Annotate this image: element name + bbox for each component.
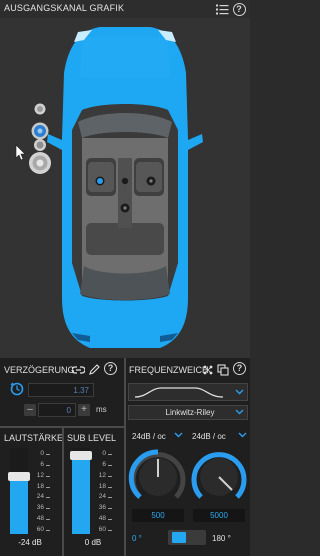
low-frequency-knob[interactable] (128, 447, 188, 512)
chevron-down-icon (235, 407, 244, 418)
filter-type-select[interactable]: Linkwitz-Riley (128, 405, 248, 420)
scale-tick-label: 18 (98, 482, 106, 490)
scale-tick-label: 24 (98, 493, 106, 501)
scale-tick-mark (46, 519, 50, 521)
scale-tick-label: 0 (102, 450, 106, 457)
car-top-view (15, 27, 203, 348)
slope-low-value: 24dB / oc (132, 432, 166, 441)
sublevel-panel: SUB LEVEL 0 6 12 18 24 36 48 60 0 dB (64, 428, 124, 556)
header-bar: AUSGANGSKANAL GRAFIK ? (0, 0, 250, 18)
crossover-title: FREQUENZWEICH (129, 365, 209, 375)
help-icon[interactable]: ? (232, 2, 246, 16)
high-frequency-knob[interactable] (189, 447, 249, 512)
scale-tick-mark (46, 454, 50, 455)
scale-tick-mark (108, 486, 112, 488)
chevron-down-icon (235, 387, 244, 398)
volume-slider-fill (10, 476, 28, 534)
slope-low-select[interactable]: 24dB / oc (128, 429, 186, 444)
sublevel-slider-thumb[interactable] (70, 451, 92, 460)
copy-icon[interactable] (217, 363, 229, 381)
sublevel-scale: 0 6 12 18 24 36 48 60 (90, 448, 114, 534)
slope-high-select[interactable]: 24dB / oc (188, 429, 250, 444)
scale-tick-mark (46, 486, 50, 488)
volume-panel: LAUTSTÄRKE 0 6 12 18 24 36 48 60 -24 dB (0, 428, 64, 556)
phase-toggle[interactable] (168, 530, 206, 545)
volume-scale: 0 6 12 18 24 36 48 60 (28, 448, 52, 534)
crossover-panel: FREQUENZWEICH ? Linkwitz-Riley 24dB / oc… (126, 358, 250, 556)
scale-tick-mark (108, 519, 112, 521)
filter-shape-select[interactable] (128, 383, 248, 401)
scale-tick-label: 12 (36, 471, 44, 479)
list-icon[interactable] (215, 2, 229, 16)
scale-tick-mark (46, 464, 50, 466)
scale-tick-mark (108, 464, 112, 466)
chevron-down-icon (174, 430, 183, 441)
delay-unit: ms (96, 405, 107, 414)
car-body (47, 27, 203, 348)
scale-tick-mark (108, 475, 112, 477)
scale-tick-mark (46, 475, 50, 477)
scale-tick-mark (46, 530, 50, 531)
crossover-grid-icon[interactable] (202, 363, 214, 381)
delay-plus-button[interactable]: + (78, 404, 90, 416)
scale-tick-mark (108, 497, 112, 499)
high-frequency-value[interactable]: 5000 (193, 509, 245, 522)
scale-tick-label: 24 (36, 493, 44, 501)
phase-toggle-thumb (172, 532, 186, 543)
volume-slider[interactable] (8, 448, 30, 534)
bandpass-curve-icon (134, 387, 224, 398)
scale-tick-mark (108, 454, 112, 455)
delay-step-field[interactable]: 0 (38, 403, 76, 417)
volume-value: -24 dB (18, 538, 42, 547)
car-graphic-area (0, 18, 250, 358)
scale-tick-mark (108, 530, 112, 531)
scale-tick-mark (108, 508, 112, 510)
mouse-cursor-icon (15, 144, 26, 161)
phase-180-label: 180 ° (212, 534, 231, 543)
volume-slider-thumb[interactable] (8, 472, 30, 481)
sublevel-slider-fill (72, 455, 90, 534)
volume-title: LAUTSTÄRKE (4, 433, 64, 443)
scale-tick-label: 48 (98, 515, 106, 523)
delay-minus-button[interactable]: – (24, 404, 36, 416)
scale-tick-label: 18 (36, 482, 44, 490)
sublevel-slider[interactable] (70, 448, 92, 534)
low-frequency-value[interactable]: 500 (132, 509, 184, 522)
scale-tick-label: 60 (36, 526, 44, 533)
delay-help-icon[interactable]: ? (104, 362, 117, 375)
scale-tick-mark (46, 508, 50, 510)
delay-panel: VERZÖGERUNG ? 1.37 – 0 + ms (0, 358, 124, 426)
scale-tick-label: 12 (98, 471, 106, 479)
filter-type-value: Linkwitz-Riley (165, 408, 215, 417)
scale-tick-label: 48 (36, 515, 44, 523)
scale-tick-label: 0 (40, 450, 44, 457)
scale-tick-label: 6 (102, 460, 106, 468)
timer-icon (10, 382, 24, 401)
scale-tick-label: 6 (40, 460, 44, 468)
scale-tick-label: 36 (98, 504, 106, 512)
scale-tick-label: 60 (98, 526, 106, 533)
sublevel-title: SUB LEVEL (67, 433, 117, 443)
delay-value-field[interactable]: 1.37 (28, 383, 94, 397)
slope-high-value: 24dB / oc (192, 432, 226, 441)
sublevel-value: 0 dB (84, 538, 102, 547)
crossover-help-icon[interactable]: ? (233, 362, 246, 375)
chevron-down-icon (238, 430, 247, 441)
scale-tick-label: 36 (36, 504, 44, 512)
page-title: AUSGANGSKANAL GRAFIK (4, 3, 125, 13)
scale-tick-mark (46, 497, 50, 499)
phase-0-label: 0 ° (132, 534, 142, 543)
edit-pencil-icon[interactable] (88, 363, 101, 381)
link-icon[interactable] (71, 363, 86, 381)
delay-title: VERZÖGERUNG (4, 365, 75, 375)
